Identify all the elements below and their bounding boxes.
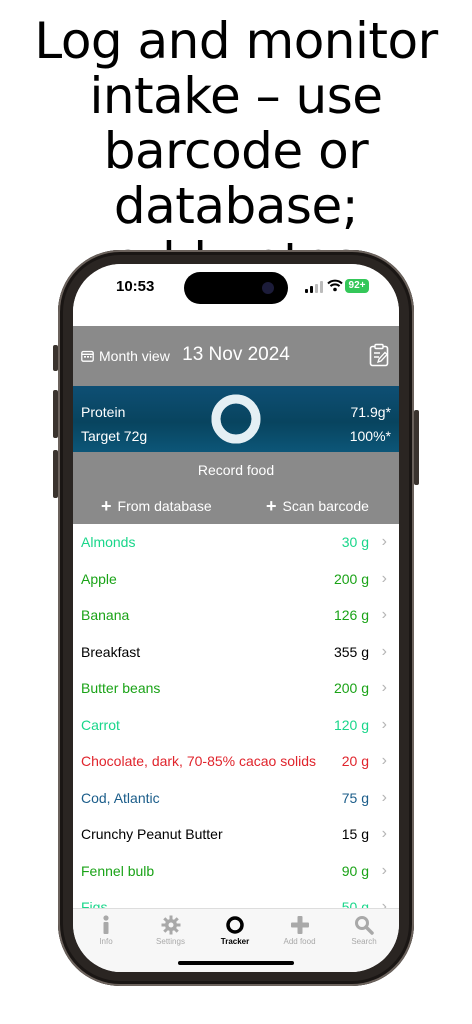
chevron-right-icon: › xyxy=(381,861,387,879)
food-name: Cod, Atlantic xyxy=(81,789,160,806)
tab-search[interactable]: Search xyxy=(334,913,394,946)
wifi-icon xyxy=(327,279,343,292)
from-database-button[interactable]: + From database xyxy=(101,496,212,516)
plus-icon: + xyxy=(266,496,277,516)
food-name: Breakfast xyxy=(81,643,141,660)
food-name: Chocolate, dark, 70-85% cacao solids xyxy=(81,753,317,769)
nutrient-summary[interactable]: Protein Target 72g 71.9g* 100%* xyxy=(73,386,399,452)
date-toolbar: Month view 13 Nov 2024 xyxy=(73,326,399,386)
tab-label: Info xyxy=(99,937,113,946)
food-name: Carrot xyxy=(81,716,120,733)
info-icon xyxy=(76,913,136,937)
tab-label: Search xyxy=(351,937,377,946)
food-row[interactable]: Figs 50 g › xyxy=(73,889,399,908)
chevron-right-icon: › xyxy=(381,569,387,587)
headline-line-1: Log and monitor xyxy=(34,12,438,70)
camera-icon xyxy=(262,282,274,294)
food-amount: 200 g xyxy=(333,570,369,587)
volume-up-button xyxy=(53,390,58,438)
ring-icon xyxy=(205,913,265,937)
action-button xyxy=(53,345,58,371)
tab-label: Tracker xyxy=(220,937,250,946)
food-amount: 20 g xyxy=(341,753,369,769)
chevron-right-icon: › xyxy=(381,679,387,696)
food-name: Apple xyxy=(81,570,117,587)
chevron-right-icon: › xyxy=(381,788,387,806)
headline-line-3: barcode or database; xyxy=(103,122,369,235)
dynamic-island xyxy=(184,272,288,304)
food-row[interactable]: Carrot 120 g › xyxy=(73,707,399,744)
tab-settings[interactable]: Settings xyxy=(141,913,201,946)
food-row[interactable]: Butter beans 200 g › xyxy=(73,670,399,707)
gear-icon xyxy=(141,913,201,937)
food-amount: 355 g xyxy=(333,643,369,660)
tab-info[interactable]: Info xyxy=(76,913,136,946)
tab-tracker[interactable]: Tracker xyxy=(205,913,265,946)
chevron-right-icon: › xyxy=(381,715,387,733)
tab-add-food[interactable]: Add food xyxy=(270,913,330,946)
food-row[interactable]: Fennel bulb 90 g › xyxy=(73,853,399,890)
phone-screen: 10:53 92+ Month view 13 Nov 2024 Protein… xyxy=(73,264,399,972)
power-button xyxy=(414,410,419,485)
cellular-signal-icon xyxy=(305,281,323,293)
chevron-right-icon: › xyxy=(381,898,387,908)
food-amount: 50 g xyxy=(341,899,369,908)
chevron-right-icon: › xyxy=(381,752,387,769)
food-amount: 120 g xyxy=(333,716,369,733)
food-row[interactable]: Cod, Atlantic 75 g › xyxy=(73,780,399,817)
food-row[interactable]: Almonds 30 g › xyxy=(73,524,399,561)
food-name: Fennel bulb xyxy=(81,862,155,879)
food-name: Banana xyxy=(81,607,130,623)
food-name: Almonds xyxy=(81,534,136,550)
tab-label: Settings xyxy=(156,937,185,946)
food-amount: 75 g xyxy=(341,789,369,806)
chevron-right-icon: › xyxy=(381,825,387,842)
chevron-right-icon: › xyxy=(381,606,387,623)
plus-icon xyxy=(270,913,330,937)
food-list[interactable]: Almonds 30 g › Apple 200 g › Banana 126 g › Break… xyxy=(73,524,399,908)
progress-ring xyxy=(211,394,261,444)
nutrient-name: Protein xyxy=(81,404,126,420)
status-bar: 10:53 92+ xyxy=(73,264,399,326)
status-time: 10:53 xyxy=(116,278,155,295)
promo-headline: Log and monitor intake – use barcode or … xyxy=(0,14,472,289)
battery-indicator: 92+ xyxy=(345,279,369,293)
current-date[interactable]: 13 Nov 2024 xyxy=(73,344,399,366)
food-row[interactable]: Crunchy Peanut Butter 15 g › xyxy=(73,816,399,853)
food-amount: 126 g xyxy=(333,607,369,623)
chevron-right-icon: › xyxy=(381,642,387,660)
scan-barcode-label: Scan barcode xyxy=(282,498,369,514)
search-icon xyxy=(334,913,394,937)
tab-label: Add food xyxy=(283,937,316,946)
progress-ring-arc xyxy=(211,394,261,444)
scan-barcode-button[interactable]: + Scan barcode xyxy=(266,496,369,516)
record-food-bar: Record food + From database + Scan barco… xyxy=(73,452,399,524)
volume-down-button xyxy=(53,450,58,498)
nutrient-percent: 100%* xyxy=(349,428,391,444)
food-name: Figs xyxy=(81,899,108,908)
food-name: Crunchy Peanut Butter xyxy=(81,826,223,842)
headline-line-2: intake – use xyxy=(89,67,383,125)
from-database-label: From database xyxy=(117,498,212,514)
food-amount: 90 g xyxy=(341,862,369,879)
food-row[interactable]: Apple 200 g › xyxy=(73,561,399,598)
food-row[interactable]: Chocolate, dark, 70-85% cacao solids 20 g… xyxy=(73,743,399,780)
nutrient-target: Target 72g xyxy=(81,428,148,444)
chevron-right-icon: › xyxy=(381,533,387,550)
food-amount: 30 g xyxy=(341,534,369,550)
food-amount: 15 g xyxy=(341,826,369,842)
record-food-title: Record food xyxy=(197,462,275,478)
food-row[interactable]: Breakfast 355 g › xyxy=(73,634,399,671)
notes-clipboard-icon[interactable] xyxy=(369,343,389,367)
food-name: Butter beans xyxy=(81,680,161,696)
food-amount: 200 g xyxy=(333,680,369,696)
home-indicator[interactable] xyxy=(178,961,294,965)
food-row[interactable]: Banana 126 g › xyxy=(73,597,399,634)
plus-icon: + xyxy=(101,496,112,516)
nutrient-amount: 71.9g* xyxy=(350,404,391,420)
